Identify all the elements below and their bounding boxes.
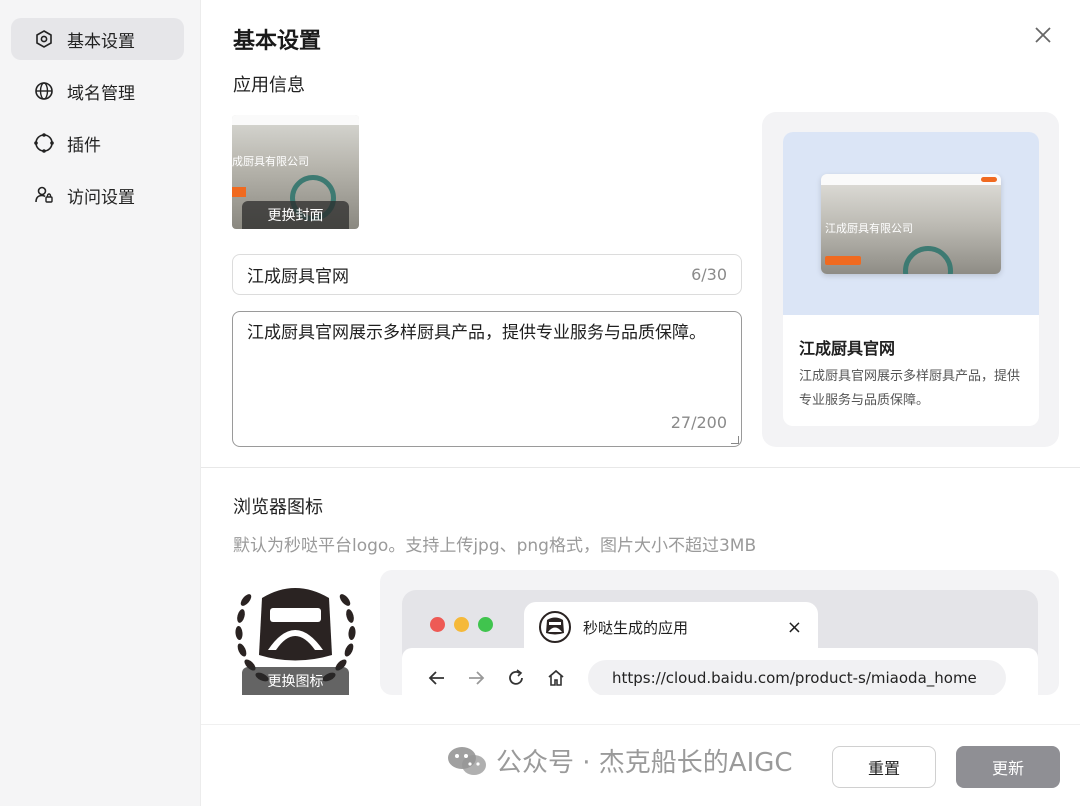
- preview-screenshot: 江成厨具有限公司: [821, 174, 1001, 274]
- sidebar-item-label: 访问设置: [67, 187, 135, 208]
- sidebar-item-domain[interactable]: 域名管理: [11, 70, 184, 112]
- close-dot-icon: [430, 617, 445, 632]
- main-panel: 基本设置 应用信息 成厨具有限公司 更换封面 江成厨具官网 6/30 江成厨具官…: [201, 0, 1080, 806]
- reload-icon: [509, 669, 523, 685]
- cover-headline: 成厨具有限公司: [232, 155, 309, 168]
- change-icon-button[interactable]: 更换图标: [242, 667, 349, 695]
- settings-icon: [33, 28, 55, 50]
- preview-plate-graphic: [903, 246, 953, 274]
- sidebar-item-label: 插件: [67, 135, 101, 156]
- section-divider: [201, 467, 1080, 468]
- preview-shot-headline: 江成厨具有限公司: [825, 222, 913, 235]
- browser-preview: 秒哒生成的应用 × https://cloud.baidu.com/produc…: [380, 570, 1059, 695]
- app-name-value: 江成厨具官网: [247, 267, 349, 287]
- cover-cta-block: [232, 187, 246, 197]
- preview-card-top: 江成厨具有限公司: [783, 132, 1039, 315]
- preview-app-desc: 江成厨具官网展示多样厨具产品，提供专业服务与品质保障。: [799, 369, 1021, 408]
- browser-frame: 秒哒生成的应用 × https://cloud.baidu.com/produc…: [402, 590, 1038, 695]
- browser-tab: 秒哒生成的应用 ×: [524, 602, 818, 652]
- favicon-icon: [539, 611, 571, 643]
- browser-icon-hint: 默认为秒哒平台logo。支持上传jpg、png格式，图片大小不超过3MB: [233, 536, 757, 556]
- plugin-icon: [33, 132, 55, 154]
- sidebar: 基本设置 域名管理 插件 访问设置: [0, 0, 201, 806]
- app-desc-value: 江成厨具官网展示多样厨具产品，提供专业服务与品质保障。: [247, 323, 706, 343]
- back-arrow-icon: [428, 671, 444, 685]
- wechat-icon: [448, 746, 486, 775]
- home-icon: [548, 669, 564, 686]
- reset-button[interactable]: 重置: [832, 746, 936, 788]
- preview-card: 江成厨具有限公司 江成厨具官网 江成厨具官网展示多样厨具产品，提供专业服务与品质…: [783, 132, 1039, 426]
- app-desc-count: 27/200: [670, 413, 727, 432]
- app-name-field[interactable]: 江成厨具官网 6/30: [232, 254, 742, 295]
- sidebar-item-access[interactable]: 访问设置: [11, 174, 184, 216]
- sidebar-item-basic-settings[interactable]: 基本设置: [11, 18, 184, 60]
- forward-arrow-icon: [469, 671, 485, 685]
- app-desc-field[interactable]: 江成厨具官网展示多样厨具产品，提供专业服务与品质保障。 27/200: [232, 311, 742, 447]
- cover-image[interactable]: 成厨具有限公司 更换封面: [232, 115, 359, 229]
- preview-app-name: 江成厨具官网: [799, 339, 896, 358]
- resize-handle[interactable]: [731, 436, 739, 444]
- sidebar-item-label: 域名管理: [67, 83, 135, 104]
- page-title: 基本设置: [233, 29, 322, 54]
- preview-nav-button: [981, 177, 997, 182]
- minimize-dot-icon: [454, 617, 469, 632]
- change-cover-button[interactable]: 更换封面: [242, 201, 349, 229]
- url-field: https://cloud.baidu.com/product-s/miaoda…: [588, 660, 1006, 695]
- browser-icon-title: 浏览器图标: [233, 497, 323, 518]
- close-icon[interactable]: [1032, 24, 1054, 46]
- preview-panel: 江成厨具有限公司 江成厨具官网 江成厨具官网展示多样厨具产品，提供专业服务与品质…: [762, 112, 1059, 447]
- app-name-count: 6/30: [691, 265, 727, 284]
- tab-close-icon: ×: [786, 616, 802, 638]
- globe-icon: [33, 80, 55, 102]
- watermark-text: 公众号 · 杰克船长的AIGC: [496, 748, 793, 778]
- watermark: 公众号 · 杰克船长的AIGC: [446, 742, 793, 779]
- app-info-title: 应用信息: [233, 75, 305, 96]
- preview-cta-block: [825, 256, 861, 265]
- cover-nav-strip: [232, 115, 359, 125]
- update-button[interactable]: 更新: [956, 746, 1060, 788]
- address-bar-row: https://cloud.baidu.com/product-s/miaoda…: [402, 648, 1038, 695]
- maximize-dot-icon: [478, 617, 493, 632]
- preview-nav-strip: [821, 174, 1001, 185]
- sidebar-item-label: 基本设置: [67, 31, 135, 52]
- tab-title: 秒哒生成的应用: [583, 618, 689, 637]
- user-lock-icon: [33, 184, 55, 206]
- window-controls: [430, 617, 493, 632]
- browser-icon-image[interactable]: 更换图标: [232, 570, 359, 695]
- sidebar-item-plugin[interactable]: 插件: [11, 122, 184, 164]
